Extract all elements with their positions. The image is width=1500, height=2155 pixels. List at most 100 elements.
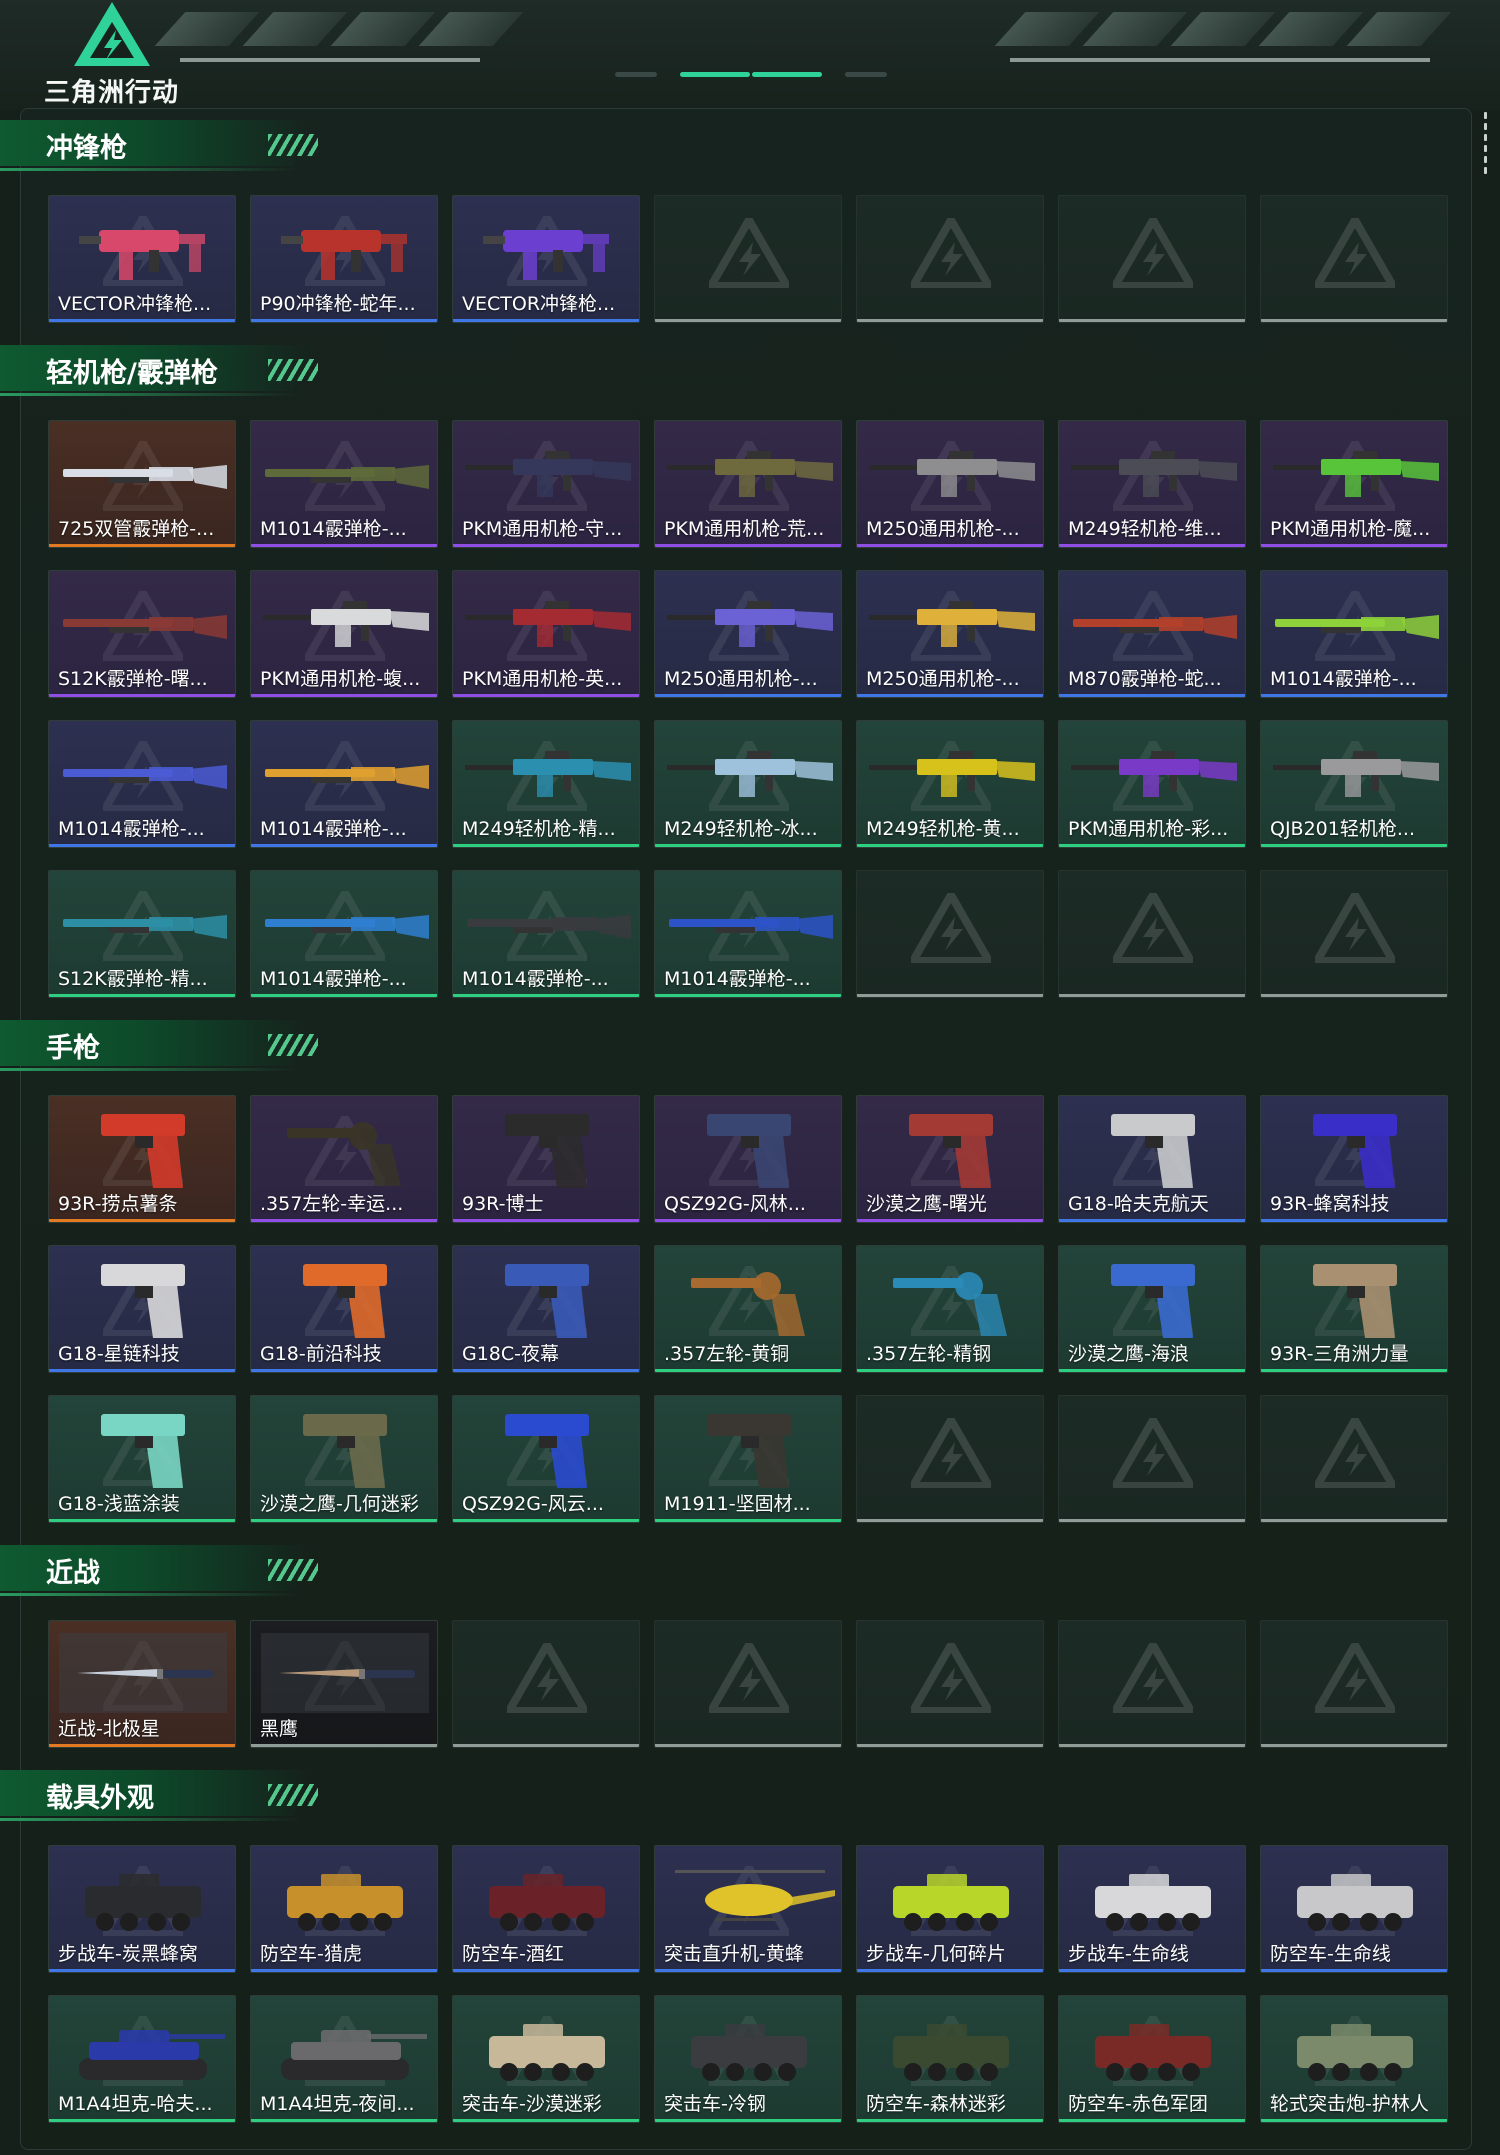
item-card[interactable]: M1014霰弹枪-... bbox=[1260, 570, 1448, 698]
hatch-decoration bbox=[268, 1784, 318, 1806]
item-card[interactable]: M249轻机枪-黄... bbox=[856, 720, 1044, 848]
item-card[interactable]: M1A4坦克-哈夫... bbox=[48, 1995, 236, 2123]
item-card[interactable]: PKM通用机枪-蝮... bbox=[250, 570, 438, 698]
empty-slot bbox=[1260, 1395, 1448, 1523]
item-card[interactable]: 沙漠之鹰-曙光 bbox=[856, 1095, 1044, 1223]
item-card[interactable]: 725双管霰弹枪-... bbox=[48, 420, 236, 548]
section-header: 轻机枪/霰弹枪 bbox=[0, 345, 330, 399]
item-card[interactable]: PKM通用机枪-英... bbox=[452, 570, 640, 698]
item-card[interactable]: M249轻机枪-维... bbox=[1058, 420, 1246, 548]
item-card[interactable]: M1911-坚固材... bbox=[654, 1395, 842, 1523]
item-card[interactable]: QSZ92G-风云... bbox=[452, 1395, 640, 1523]
rarity-bar bbox=[453, 1519, 639, 1522]
item-card[interactable]: G18-前沿科技 bbox=[250, 1245, 438, 1373]
item-card[interactable]: 93R-三角洲力量 bbox=[1260, 1245, 1448, 1373]
rarity-bar bbox=[49, 1219, 235, 1222]
rarity-bar bbox=[655, 844, 841, 847]
item-card[interactable]: 93R-蜂窝科技 bbox=[1260, 1095, 1448, 1223]
item-card[interactable]: 93R-捞点薯条 bbox=[48, 1095, 236, 1223]
item-card[interactable]: G18C-夜幕 bbox=[452, 1245, 640, 1373]
item-card[interactable]: S12K霰弹枪-精... bbox=[48, 870, 236, 998]
item-card[interactable]: G18-浅蓝涂装 bbox=[48, 1395, 236, 1523]
rarity-bar bbox=[1059, 2119, 1245, 2122]
section-header: 载具外观 bbox=[0, 1770, 330, 1824]
scrollbar[interactable] bbox=[1482, 112, 1488, 180]
item-card[interactable]: PKM通用机枪-守... bbox=[452, 420, 640, 548]
section-title: 轻机枪/霰弹枪 bbox=[46, 358, 218, 389]
item-card[interactable]: M1014霰弹枪-... bbox=[250, 720, 438, 848]
item-card[interactable]: M250通用机枪-... bbox=[856, 420, 1044, 548]
item-card[interactable]: QSZ92G-风林... bbox=[654, 1095, 842, 1223]
item-card[interactable]: PKM通用机枪-荒... bbox=[654, 420, 842, 548]
empty-slot bbox=[654, 1620, 842, 1748]
item-label: M870霰弹枪-蛇... bbox=[1068, 668, 1222, 690]
item-card[interactable]: 突击车-沙漠迷彩 bbox=[452, 1995, 640, 2123]
empty-slot bbox=[452, 1620, 640, 1748]
rarity-bar bbox=[655, 694, 841, 697]
item-label: M250通用机枪-... bbox=[866, 518, 1020, 540]
item-card[interactable]: VECTOR冲锋枪... bbox=[48, 195, 236, 323]
item-card[interactable]: M1A4坦克-夜间... bbox=[250, 1995, 438, 2123]
item-card[interactable]: 轮式突击炮-护林人 bbox=[1260, 1995, 1448, 2123]
empty-slot bbox=[654, 195, 842, 323]
item-label: M1014霰弹枪-... bbox=[1270, 668, 1417, 690]
item-card[interactable]: M249轻机枪-精... bbox=[452, 720, 640, 848]
item-card[interactable]: .357左轮-黄铜 bbox=[654, 1245, 842, 1373]
rarity-bar bbox=[251, 844, 437, 847]
hatch-decoration bbox=[268, 134, 318, 156]
hatch-decoration bbox=[268, 1034, 318, 1056]
item-card[interactable]: 步战车-生命线 bbox=[1058, 1845, 1246, 1973]
rarity-bar bbox=[453, 844, 639, 847]
item-card[interactable]: 93R-博士 bbox=[452, 1095, 640, 1223]
rarity-bar bbox=[857, 694, 1043, 697]
item-card[interactable]: 防空车-猎虎 bbox=[250, 1845, 438, 1973]
item-card[interactable]: .357左轮-幸运... bbox=[250, 1095, 438, 1223]
item-label: 防空车-酒红 bbox=[462, 1943, 564, 1965]
item-card[interactable]: G18-星链科技 bbox=[48, 1245, 236, 1373]
item-card[interactable]: 突击直升机-黄蜂 bbox=[654, 1845, 842, 1973]
item-card[interactable]: M870霰弹枪-蛇... bbox=[1058, 570, 1246, 698]
item-card[interactable]: M1014霰弹枪-... bbox=[48, 720, 236, 848]
rarity-bar bbox=[1059, 694, 1245, 697]
header-dash-active bbox=[752, 72, 822, 77]
rarity-bar bbox=[49, 544, 235, 547]
item-card[interactable]: PKM通用机枪-彩... bbox=[1058, 720, 1246, 848]
rarity-bar bbox=[251, 2119, 437, 2122]
item-card[interactable]: PKM通用机枪-魔... bbox=[1260, 420, 1448, 548]
rarity-bar bbox=[251, 544, 437, 547]
item-card[interactable]: 近战-北极星 bbox=[48, 1620, 236, 1748]
rarity-bar bbox=[453, 319, 639, 322]
item-label: S12K霰弹枪-精... bbox=[58, 968, 208, 990]
item-card[interactable]: M250通用机枪-... bbox=[856, 570, 1044, 698]
item-card[interactable]: M1014霰弹枪-... bbox=[452, 870, 640, 998]
item-card[interactable]: 沙漠之鹰-几何迷彩 bbox=[250, 1395, 438, 1523]
item-card[interactable]: S12K霰弹枪-曙... bbox=[48, 570, 236, 698]
item-label: PKM通用机枪-魔... bbox=[1270, 518, 1431, 540]
item-card[interactable]: 防空车-森林迷彩 bbox=[856, 1995, 1044, 2123]
item-card[interactable]: G18-哈夫克航天 bbox=[1058, 1095, 1246, 1223]
item-card[interactable]: M1014霰弹枪-... bbox=[654, 870, 842, 998]
item-card[interactable]: M1014霰弹枪-... bbox=[250, 420, 438, 548]
item-label: M249轻机枪-精... bbox=[462, 818, 616, 840]
item-card[interactable]: M249轻机枪-冰... bbox=[654, 720, 842, 848]
item-card[interactable]: VECTOR冲锋枪... bbox=[452, 195, 640, 323]
rarity-bar bbox=[1059, 844, 1245, 847]
item-card[interactable]: 防空车-赤色军团 bbox=[1058, 1995, 1246, 2123]
item-card[interactable]: 黑鹰 bbox=[250, 1620, 438, 1748]
rarity-bar bbox=[655, 1219, 841, 1222]
item-card[interactable]: 防空车-酒红 bbox=[452, 1845, 640, 1973]
item-label: M1A4坦克-哈夫... bbox=[58, 2093, 213, 2115]
item-card[interactable]: P90冲锋枪-蛇年... bbox=[250, 195, 438, 323]
item-card[interactable]: 防空车-生命线 bbox=[1260, 1845, 1448, 1973]
rarity-bar bbox=[453, 994, 639, 997]
empty-slot bbox=[1260, 1620, 1448, 1748]
item-card[interactable]: 突击车-冷钢 bbox=[654, 1995, 842, 2123]
item-card[interactable]: 沙漠之鹰-海浪 bbox=[1058, 1245, 1246, 1373]
item-card[interactable]: .357左轮-精钢 bbox=[856, 1245, 1044, 1373]
item-card[interactable]: 步战车-炭黑蜂窝 bbox=[48, 1845, 236, 1973]
item-card[interactable]: QJB201轻机枪... bbox=[1260, 720, 1448, 848]
item-card[interactable]: M250通用机枪-... bbox=[654, 570, 842, 698]
item-label: G18-哈夫克航天 bbox=[1068, 1193, 1209, 1215]
item-card[interactable]: 步战车-几何碎片 bbox=[856, 1845, 1044, 1973]
item-card[interactable]: M1014霰弹枪-... bbox=[250, 870, 438, 998]
